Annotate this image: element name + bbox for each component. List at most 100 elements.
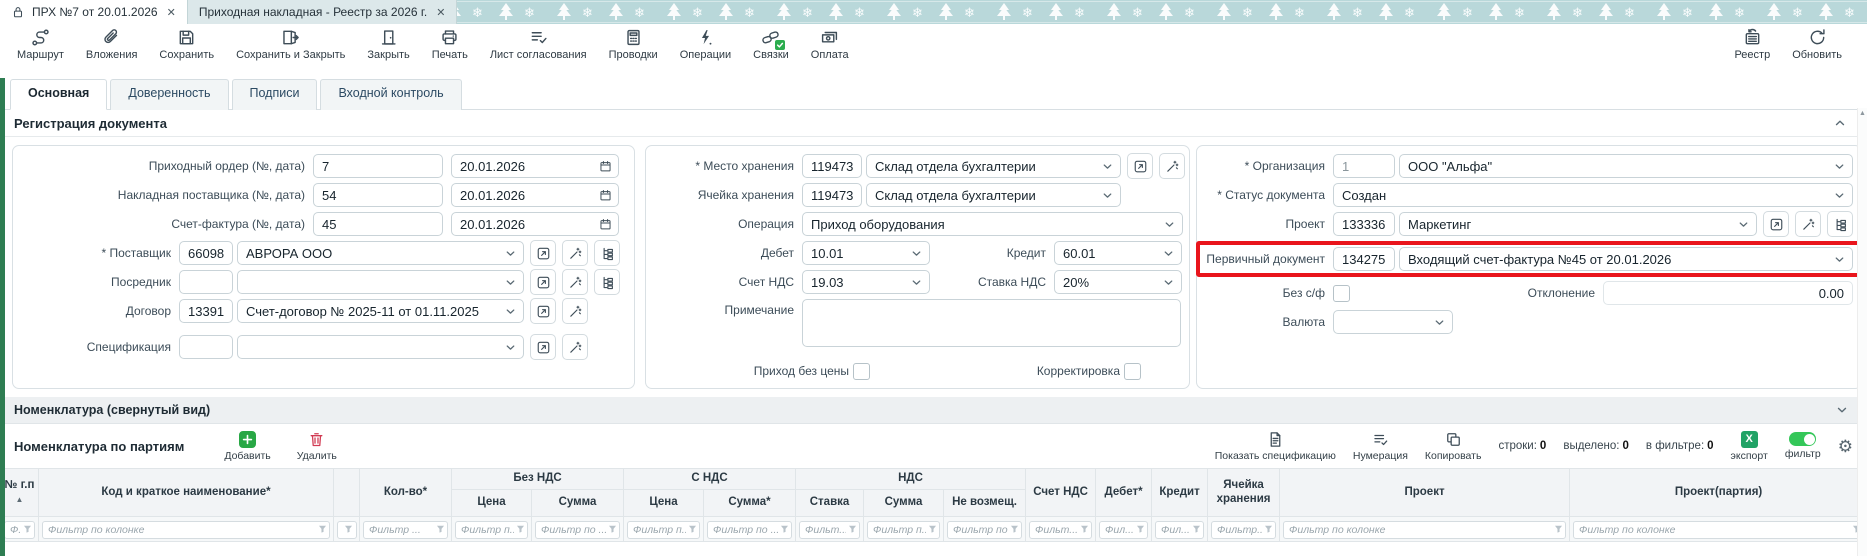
show-specification-button[interactable]: Показать спецификацию — [1215, 431, 1336, 462]
delete-row-button[interactable]: Удалить — [297, 431, 337, 462]
project-hierarchy-button[interactable] — [1827, 211, 1853, 237]
export-excel-button[interactable]: Xэкспорт — [1731, 431, 1768, 462]
intermediary-hierarchy-button[interactable] — [594, 269, 620, 295]
scroll-up-arrow-icon[interactable]: ▲ — [1858, 110, 1867, 117]
operation-select[interactable]: Приход оборудования — [802, 212, 1183, 236]
expand-section-icon[interactable] — [1835, 403, 1849, 417]
column-header[interactable]: Дебет* — [1096, 469, 1152, 517]
column-header[interactable]: Цена — [452, 490, 532, 517]
links-button[interactable]: Связки — [742, 27, 800, 65]
vat-rate-select[interactable]: 20% — [1054, 270, 1182, 294]
storage-cell-code-input[interactable] — [802, 183, 862, 207]
column-filter-input[interactable] — [1029, 521, 1092, 539]
credit-select[interactable]: 60.01 — [1054, 241, 1182, 265]
approval-sheet-button[interactable]: Лист согласования — [479, 27, 598, 65]
tab-основная[interactable]: Основная — [10, 79, 107, 110]
copy-button[interactable]: Копировать — [1425, 431, 1482, 462]
column-filter-input[interactable] — [455, 521, 528, 539]
close-icon[interactable]: ✕ — [436, 6, 445, 19]
specification-open-button[interactable] — [530, 334, 556, 360]
organization-code-input[interactable] — [1333, 154, 1395, 178]
column-filter-input[interactable] — [867, 521, 940, 539]
gear-icon[interactable]: ⚙ — [1838, 438, 1853, 455]
supplier-hierarchy-button[interactable] — [594, 240, 620, 266]
operations-button[interactable]: Операции — [669, 27, 742, 65]
contract-code-input[interactable] — [179, 299, 233, 323]
correction-checkbox[interactable] — [1124, 363, 1141, 380]
currency-select[interactable] — [1333, 310, 1453, 334]
storage-place-open-button[interactable] — [1127, 153, 1153, 179]
invoice-facture-number-input[interactable] — [313, 212, 443, 236]
supplier-select[interactable]: АВРОРА ООО — [237, 241, 524, 265]
supplier-autofill-button[interactable] — [562, 240, 588, 266]
intermediary-code-input[interactable] — [179, 270, 233, 294]
primary-document-code-input[interactable] — [1333, 247, 1395, 271]
column-header[interactable]: Проект — [1280, 469, 1570, 517]
column-header[interactable]: № г.п ▲ — [1, 469, 39, 517]
vertical-scrollbar[interactable]: ▲ — [1857, 108, 1867, 556]
project-select[interactable]: Маркетинг — [1399, 212, 1757, 236]
registry-button[interactable]: Реестр — [1723, 27, 1781, 65]
organization-select[interactable]: ООО "Альфа" — [1399, 154, 1853, 178]
column-header[interactable]: Код и краткое наименование* — [39, 469, 334, 517]
deviation-input[interactable] — [1603, 281, 1853, 305]
column-header[interactable]: Ячейка хранения — [1208, 469, 1280, 517]
calendar-icon[interactable] — [599, 160, 612, 173]
save-button[interactable]: Сохранить — [148, 27, 225, 65]
specification-code-input[interactable] — [179, 335, 233, 359]
payment-button[interactable]: Оплата — [800, 27, 860, 65]
route-button[interactable]: Маршрут — [6, 27, 75, 65]
invoice-facture-date-input[interactable]: 20.01.2026 — [451, 212, 619, 236]
specification-autofill-button[interactable] — [562, 334, 588, 360]
tab-доверенность[interactable]: Доверенность — [110, 79, 228, 110]
column-header[interactable]: Проект(партия) — [1570, 469, 1867, 517]
print-button[interactable]: Печать — [421, 27, 479, 65]
no-invoice-checkbox[interactable] — [1333, 285, 1350, 302]
numbering-button[interactable]: Нумерация — [1353, 431, 1408, 462]
specification-select[interactable] — [237, 335, 524, 359]
column-filter-input[interactable] — [799, 521, 860, 539]
column-filter-input[interactable] — [627, 521, 700, 539]
column-header[interactable]: Не возмещ. — [944, 490, 1026, 517]
project-code-input[interactable] — [1333, 212, 1395, 236]
column-filter-input[interactable] — [707, 521, 792, 539]
storage-place-select[interactable]: Склад отдела бухгалтерии — [866, 154, 1121, 178]
column-filter-input[interactable] — [1155, 521, 1204, 539]
calendar-icon[interactable] — [599, 218, 612, 231]
calendar-icon[interactable] — [599, 189, 612, 202]
filter-toggle-button[interactable]: фильтр — [1785, 432, 1821, 460]
save-close-button[interactable]: Сохранить и Закрыть — [225, 27, 356, 65]
supplier-invoice-date-input[interactable]: 20.01.2026 — [451, 183, 619, 207]
intermediary-autofill-button[interactable] — [562, 269, 588, 295]
attachments-button[interactable]: Вложения — [75, 27, 149, 65]
column-filter-input[interactable] — [363, 521, 448, 539]
postings-button[interactable]: Проводки — [598, 27, 669, 65]
supplier-open-button[interactable] — [530, 240, 556, 266]
column-filter-input[interactable] — [1211, 521, 1276, 539]
status-select[interactable]: Создан — [1333, 183, 1853, 207]
intermediary-select[interactable] — [237, 270, 524, 294]
project-autofill-button[interactable] — [1795, 211, 1821, 237]
storage-place-code-input[interactable] — [802, 154, 862, 178]
column-header[interactable]: Ставка — [796, 490, 864, 517]
supplier-invoice-number-input[interactable] — [313, 183, 443, 207]
column-header[interactable]: Цена — [624, 490, 704, 517]
column-header[interactable]: Счет НДС — [1026, 469, 1096, 517]
column-filter-input[interactable] — [42, 521, 330, 539]
storage-cell-select[interactable]: Склад отдела бухгалтерии — [866, 183, 1121, 207]
tab-входной-контроль[interactable]: Входной контроль — [320, 79, 461, 110]
contract-select[interactable]: Счет-договор № 2025-11 от 01.11.2025 — [237, 299, 524, 323]
project-open-button[interactable] — [1763, 211, 1789, 237]
note-textarea[interactable] — [802, 299, 1181, 347]
window-tab-1[interactable]: ПРХ №7 от 20.01.2026✕ — [0, 0, 188, 24]
add-row-button[interactable]: Добавить — [224, 431, 270, 462]
tab-подписи[interactable]: Подписи — [232, 79, 318, 110]
column-header[interactable] — [334, 469, 360, 517]
vat-account-select[interactable]: 19.03 — [802, 270, 930, 294]
column-filter-input[interactable] — [947, 521, 1022, 539]
no-price-checkbox[interactable] — [853, 363, 870, 380]
debit-select[interactable]: 10.01 — [802, 241, 930, 265]
close-icon[interactable]: ✕ — [167, 6, 176, 19]
column-header[interactable]: Кол-во* — [360, 469, 452, 517]
receipt-order-number-input[interactable] — [313, 154, 443, 178]
